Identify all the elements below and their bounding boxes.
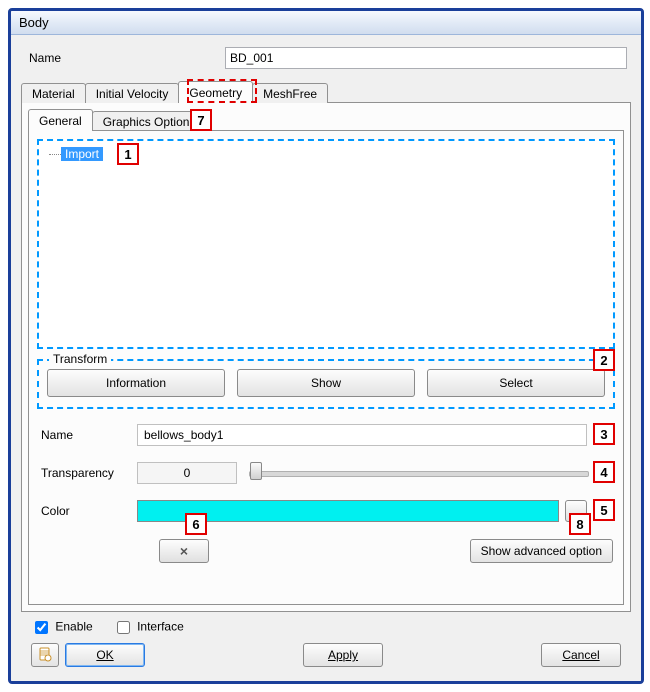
delete-button[interactable]: × — [159, 539, 209, 563]
enable-checkbox-wrap[interactable]: Enable — [31, 618, 93, 637]
transparency-label: Transparency — [37, 466, 137, 480]
body-name-label: Name — [25, 51, 225, 65]
callout-2: 2 — [593, 349, 615, 371]
apply-button[interactable]: Apply — [303, 643, 383, 667]
tab-geometry[interactable]: Geometry — [178, 81, 253, 103]
geom-name-label: Name — [37, 428, 137, 442]
main-tabpanel: General Graphics Option 7 Import 1 Trans… — [21, 102, 631, 612]
body-name-input[interactable] — [225, 47, 627, 69]
show-button[interactable]: Show — [237, 369, 415, 397]
client-area: Name Material Initial Velocity Geometry … — [11, 35, 641, 681]
enable-checkbox[interactable] — [35, 621, 48, 634]
help-icon-button[interactable] — [31, 643, 59, 667]
geom-name-input[interactable] — [137, 424, 587, 446]
tab-material[interactable]: Material — [21, 83, 86, 103]
main-tabstrip: Material Initial Velocity Geometry MeshF… — [21, 81, 631, 103]
titlebar: Body — [11, 11, 641, 35]
interface-label: Interface — [137, 620, 184, 634]
geom-name-row: Name 3 — [37, 423, 615, 447]
tree-node-import[interactable]: Import — [61, 147, 103, 161]
interface-checkbox-wrap[interactable]: Interface — [113, 618, 184, 637]
show-advanced-button[interactable]: Show advanced option — [470, 539, 613, 563]
transform-legend: Transform — [49, 352, 111, 366]
inner-tabpanel: Import 1 Transform Information Show Sele… — [28, 130, 624, 605]
select-button[interactable]: Select — [427, 369, 605, 397]
transform-group: Transform Information Show Select 2 — [37, 359, 615, 409]
dialog-window: Body Name Material Initial Velocity Geom… — [8, 8, 644, 684]
tab-general[interactable]: General — [28, 109, 93, 131]
transparency-slider[interactable] — [249, 471, 589, 477]
interface-checkbox[interactable] — [117, 621, 130, 634]
dialog-buttons: OK Apply Cancel — [21, 639, 631, 675]
transparency-row: Transparency 0 4 — [37, 461, 615, 485]
transparency-value: 0 — [137, 462, 237, 484]
information-button[interactable]: Information — [47, 369, 225, 397]
color-row: Color 5 — [37, 499, 615, 523]
tree-connector-icon — [49, 154, 61, 155]
callout-1: 1 — [117, 143, 139, 165]
ok-button[interactable]: OK — [65, 643, 145, 667]
window-title: Body — [19, 15, 49, 30]
tab-meshfree[interactable]: MeshFree — [252, 83, 328, 103]
callout-7: 7 — [190, 109, 212, 131]
footer-options: Enable Interface — [21, 612, 631, 639]
document-icon — [37, 647, 53, 663]
callout-4: 4 — [593, 461, 615, 483]
color-label: Color — [37, 504, 137, 518]
bottom-buttons: × Show advanced option 6 8 — [37, 539, 615, 563]
cancel-button[interactable]: Cancel — [541, 643, 621, 667]
callout-5: 5 — [593, 499, 615, 521]
tab-graphics-option[interactable]: Graphics Option — [92, 111, 201, 131]
tab-initial-velocity[interactable]: Initial Velocity — [85, 83, 180, 103]
enable-label: Enable — [55, 620, 92, 634]
inner-tabstrip: General Graphics Option — [28, 109, 624, 131]
callout-6: 6 — [185, 513, 207, 535]
callout-3: 3 — [593, 423, 615, 445]
close-icon: × — [180, 543, 188, 559]
import-tree-area: Import 1 — [37, 139, 615, 349]
body-name-row: Name — [21, 47, 631, 69]
callout-8: 8 — [569, 513, 591, 535]
